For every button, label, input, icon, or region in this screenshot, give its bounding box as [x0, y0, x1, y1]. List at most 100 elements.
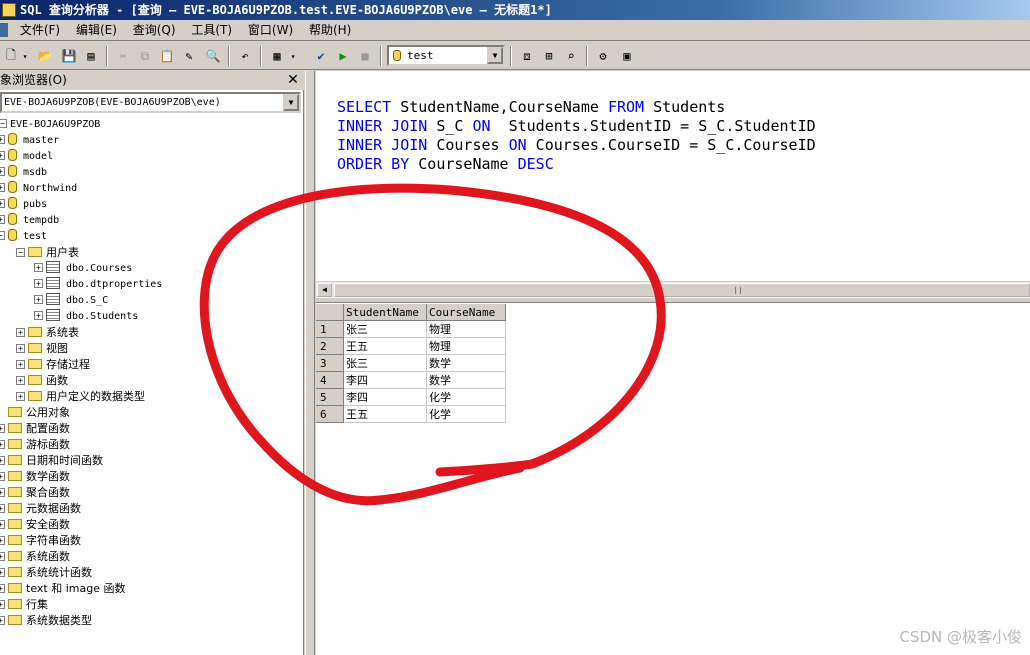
menu-edit[interactable]: 编辑(E) [70, 20, 123, 41]
table-cell[interactable]: 李四 [344, 372, 427, 389]
collapse-icon[interactable]: − [0, 119, 7, 128]
tree-test-folder-0[interactable]: + 系统表 [16, 325, 79, 341]
tree-table-3[interactable]: + dbo.Students [34, 309, 138, 325]
chevron-down-icon[interactable]: ▼ [283, 94, 299, 111]
tree-test-folder-1[interactable]: + 视图 [16, 341, 68, 357]
results-mode-icon[interactable]: ▦ [268, 47, 286, 65]
find-icon[interactable]: 🔍 [204, 47, 222, 65]
tree-common-folder-3[interactable]: + 数学函数 [0, 469, 70, 485]
menu-window[interactable]: 窗口(W) [242, 20, 299, 41]
menu-tools[interactable]: 工具(T) [185, 20, 238, 41]
expand-icon[interactable]: + [16, 376, 25, 385]
editor-horizontal-scrollbar[interactable]: ◀ [316, 281, 1030, 297]
column-header[interactable]: CourseName [427, 304, 506, 321]
expand-icon[interactable]: + [0, 135, 5, 144]
menu-query[interactable]: 查询(Q) [127, 20, 182, 41]
tree-common-folder-9[interactable]: + 系统统计函数 [0, 565, 92, 581]
expand-icon[interactable]: + [0, 167, 5, 176]
expand-icon[interactable]: + [34, 279, 43, 288]
table-cell[interactable]: 数学 [427, 355, 506, 372]
show-plan-icon[interactable]: ⧈ [518, 47, 536, 65]
expand-icon[interactable]: + [0, 616, 5, 625]
tree-common-folder-6[interactable]: + 安全函数 [0, 517, 70, 533]
tree-test-folder-3[interactable]: + 函数 [16, 373, 68, 389]
tree-db-test[interactable]: − test [0, 229, 47, 245]
collapse-icon[interactable]: − [0, 231, 5, 240]
close-icon[interactable]: ✕ [285, 72, 301, 88]
object-search-icon[interactable]: ⌕ [562, 47, 580, 65]
save-icon[interactable]: 💾 [60, 47, 78, 65]
tree-db-northwind[interactable]: + Northwind [0, 181, 77, 197]
scroll-left-icon[interactable]: ◀ [317, 283, 332, 297]
tree-table-1[interactable]: + dbo.dtproperties [34, 277, 162, 293]
table-cell[interactable]: 数学 [427, 372, 506, 389]
row-number[interactable]: 6 [316, 406, 344, 423]
paste-icon[interactable]: 📋 [158, 47, 176, 65]
server-select[interactable]: EVE-BOJA6U9PZOB(EVE-BOJA6U9PZOB\eve) ▼ [0, 92, 301, 113]
collapse-icon[interactable]: − [16, 248, 25, 257]
expand-icon[interactable]: + [0, 183, 5, 192]
tree-common-folder-10[interactable]: + text 和 image 函数 [0, 581, 125, 597]
column-header[interactable]: StudentName [344, 304, 427, 321]
expand-icon[interactable]: + [16, 360, 25, 369]
parse-check-icon[interactable]: ✔ [312, 47, 330, 65]
tree-common-folder-5[interactable]: + 元数据函数 [0, 501, 81, 517]
new-dropdown-icon[interactable]: ▾ [20, 47, 30, 65]
table-cell[interactable]: 李四 [344, 389, 427, 406]
sql-editor[interactable]: SELECT StudentName,CourseName FROM Stude… [316, 71, 1030, 281]
tree-common-folder-4[interactable]: + 聚合函数 [0, 485, 70, 501]
expand-icon[interactable]: + [0, 568, 5, 577]
expand-icon[interactable]: + [34, 295, 43, 304]
tree-common-folder-12[interactable]: + 系统数据类型 [0, 613, 92, 629]
expand-icon[interactable]: + [34, 263, 43, 272]
tree-table-2[interactable]: + dbo.S_C [34, 293, 108, 309]
tree-test-folder-4[interactable]: + 用户定义的数据类型 [16, 389, 145, 405]
expand-icon[interactable]: + [34, 311, 43, 320]
expand-icon[interactable]: + [16, 392, 25, 401]
expand-icon[interactable]: + [0, 456, 5, 465]
show-results-pane-icon[interactable]: ▣ [618, 47, 636, 65]
clear-window-icon[interactable]: ✎ [180, 47, 198, 65]
panel-splitter[interactable] [305, 71, 315, 655]
tree-common-folder-8[interactable]: + 系统函数 [0, 549, 70, 565]
menu-file[interactable]: 文件(F) [14, 20, 66, 41]
table-cell[interactable]: 张三 [344, 321, 427, 338]
expand-icon[interactable]: + [0, 584, 5, 593]
table-cell[interactable]: 物理 [427, 338, 506, 355]
table-cell[interactable]: 化学 [427, 389, 506, 406]
table-cell[interactable]: 张三 [344, 355, 427, 372]
expand-icon[interactable]: + [0, 440, 5, 449]
row-number[interactable]: 3 [316, 355, 344, 372]
expand-icon[interactable]: + [0, 151, 5, 160]
database-select[interactable]: test ▼ [387, 45, 505, 66]
table-cell[interactable]: 物理 [427, 321, 506, 338]
tree-db-pubs[interactable]: + pubs [0, 197, 47, 213]
tree-common-folder-11[interactable]: + 行集 [0, 597, 48, 613]
row-number[interactable]: 5 [316, 389, 344, 406]
grid-corner[interactable] [316, 304, 344, 321]
tree-user-tables[interactable]: − 用户表 [16, 245, 79, 261]
expand-icon[interactable]: + [0, 520, 5, 529]
copy-icon[interactable]: ⧉ [136, 47, 154, 65]
tree-common-folder-1[interactable]: + 游标函数 [0, 437, 70, 453]
tree-db-model[interactable]: + model [0, 149, 53, 165]
row-number[interactable]: 2 [316, 338, 344, 355]
tree-db-tempdb[interactable]: + tempdb [0, 213, 59, 229]
expand-icon[interactable]: + [0, 504, 5, 513]
results-dropdown-icon[interactable]: ▾ [288, 47, 298, 65]
insert-template-icon[interactable]: ▤ [82, 47, 100, 65]
sql-text[interactable]: SELECT StudentName,CourseName FROM Stude… [337, 98, 816, 174]
row-number[interactable]: 4 [316, 372, 344, 389]
expand-icon[interactable]: + [0, 199, 5, 208]
object-browser-icon[interactable]: ⊞ [540, 47, 558, 65]
row-number[interactable]: 1 [316, 321, 344, 338]
expand-icon[interactable]: + [0, 215, 5, 224]
expand-icon[interactable]: + [16, 344, 25, 353]
tree-server[interactable]: − EVE-BOJA6U9PZOB [0, 117, 100, 133]
expand-icon[interactable]: + [16, 328, 25, 337]
execute-icon[interactable]: ▶ [334, 47, 352, 65]
table-cell[interactable]: 化学 [427, 406, 506, 423]
tree-common-folder-7[interactable]: + 字符串函数 [0, 533, 81, 549]
expand-icon[interactable]: + [0, 552, 5, 561]
table-cell[interactable]: 王五 [344, 406, 427, 423]
